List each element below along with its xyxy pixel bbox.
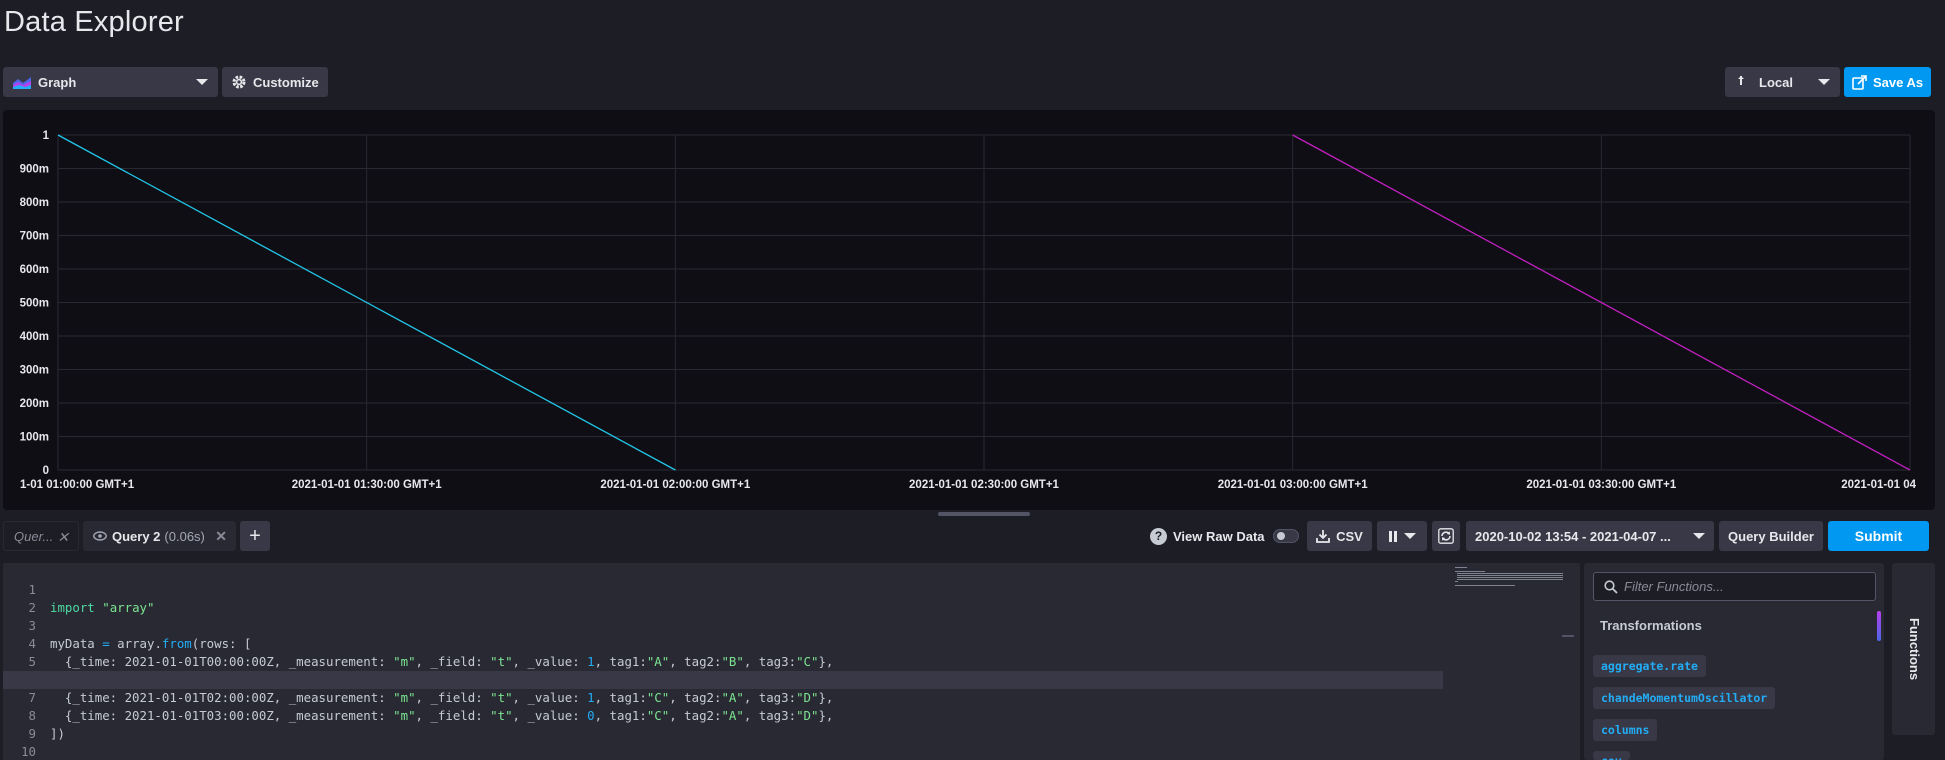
chevron-down-icon: [196, 79, 208, 85]
csv-label: CSV: [1336, 528, 1363, 544]
code-line[interactable]: 9: [3, 707, 1443, 741]
submit-label: Submit: [1854, 528, 1903, 544]
chevron-down-icon: [1693, 533, 1705, 539]
save-as-button[interactable]: Save As: [1844, 67, 1931, 97]
graph-resize-handle[interactable]: [938, 512, 1030, 516]
y-tick-label: 600m: [20, 264, 49, 276]
add-query-button[interactable]: +: [240, 521, 270, 551]
auto-refresh-dropdown[interactable]: [1377, 521, 1427, 551]
tab-query-2[interactable]: Query 2 (0.06s) ✕: [83, 521, 236, 551]
code-line[interactable]: 4 {_time: 2021-01-01T00:00:00Z, _measure…: [3, 617, 1443, 669]
filter-functions-placeholder: Filter Functions...: [1624, 579, 1724, 594]
gear-icon: [232, 75, 246, 89]
search-icon: [1604, 580, 1618, 594]
download-icon: [1316, 530, 1331, 543]
y-tick-label: 0: [43, 465, 49, 477]
y-tick-label: 1: [43, 130, 50, 142]
x-tick-label: 2021-01-01 03:00:00 GMT+1: [1218, 479, 1369, 491]
save-as-label: Save As: [1873, 74, 1924, 90]
x-tick-label: 2021-01-01 01:30:00 GMT+1: [292, 479, 443, 491]
view-raw-data-label: View Raw Data: [1173, 528, 1265, 544]
submit-button[interactable]: Submit: [1828, 521, 1929, 551]
page-title: Data Explorer: [4, 6, 184, 38]
y-tick-label: 700m: [20, 231, 49, 243]
plus-icon: +: [249, 524, 261, 547]
y-tick-label: 300m: [20, 365, 49, 377]
graph-panel[interactable]: 0 100m 200m 300m 400m 500m 600m 700m 800m 900m 1 1-…: [3, 110, 1935, 510]
refresh-icon: [1438, 528, 1454, 544]
visualization-type-label: Graph: [38, 74, 77, 90]
code-line[interactable]: 3 myData = array.from(rows: [: [3, 599, 1443, 651]
line-chart: 0 100m 200m 300m 400m 500m 600m 700m 800m 900m 1 1-…: [20, 130, 1917, 491]
query-duration: (0.06s): [164, 528, 205, 544]
code-line-current[interactable]: 7 {_time: 2021-01-01T03:00:00Z, _measure…: [3, 671, 1443, 723]
function-item[interactable]: chandeMomentumOscillator: [1593, 687, 1776, 709]
y-tick-label: 400m: [20, 331, 49, 343]
x-tick-label: 2021-01-01 02:00:00 GMT+1: [600, 479, 751, 491]
y-tick-label: 100m: [20, 432, 49, 444]
tab-query-1[interactable]: Quer... ✕: [3, 521, 79, 551]
functions-panel-tab[interactable]: Functions: [1892, 563, 1935, 735]
time-range-label: 2020-10-02 13:54 - 2021-04-07 ...: [1475, 528, 1671, 544]
tab-label: Quer...: [14, 528, 54, 544]
code-line[interactable]: 10 myData |> group(columns: ["tag1", "ta…: [3, 725, 1443, 759]
time-range-dropdown[interactable]: 2020-10-02 13:54 - 2021-04-07 ...: [1466, 521, 1714, 551]
function-item[interactable]: columns: [1593, 719, 1658, 741]
function-category-heading: Transformations: [1600, 618, 1702, 633]
tab-label: Query 2: [112, 528, 161, 544]
x-tick-label: 2021-01-01 03:30:00 GMT+1: [1526, 479, 1677, 491]
close-icon[interactable]: ✕: [215, 529, 227, 543]
view-raw-data-control[interactable]: ? View Raw Data: [1150, 525, 1299, 547]
csv-download-button[interactable]: CSV: [1307, 521, 1372, 551]
function-item[interactable]: aggregate.rate: [1593, 655, 1706, 677]
pause-icon: [1389, 530, 1397, 542]
toggle-knob: [1276, 532, 1285, 540]
code-line[interactable]: 8 ]): [3, 689, 1443, 741]
raw-data-toggle[interactable]: [1272, 529, 1299, 543]
y-tick-label: 800m: [20, 197, 49, 209]
editor-minimap[interactable]: [1455, 565, 1565, 605]
x-tick-label: 1-01 01:00:00 GMT+1: [20, 479, 135, 491]
query-builder-label: Query Builder: [1728, 528, 1814, 544]
graph-icon: [13, 77, 31, 89]
x-tick-label: 2021-01-01 04: [1841, 479, 1916, 491]
timezone-label: Local: [1759, 74, 1793, 90]
flux-editor[interactable]: 1 import "array" 2 3 myData = array.from…: [3, 563, 1580, 760]
y-tick-label: 900m: [20, 164, 49, 176]
code-line[interactable]: 2: [3, 581, 1443, 615]
function-item[interactable]: cov: [1593, 751, 1630, 760]
refresh-button[interactable]: [1432, 521, 1460, 551]
customize-button[interactable]: Customize: [222, 67, 328, 97]
query-builder-button[interactable]: Query Builder: [1719, 521, 1823, 551]
timezone-dropdown[interactable]: Local: [1725, 67, 1840, 97]
functions-scrollbar[interactable]: [1877, 611, 1881, 641]
x-tick-label: 2021-01-01 02:30:00 GMT+1: [909, 479, 1060, 491]
functions-tab-label: Functions: [1907, 618, 1922, 681]
line-number: 10: [21, 744, 36, 759]
editor-scrollbar[interactable]: [1562, 635, 1574, 637]
help-icon[interactable]: ?: [1150, 527, 1167, 545]
filter-functions-input[interactable]: Filter Functions...: [1593, 572, 1876, 601]
export-icon: [1852, 74, 1867, 90]
chevron-down-icon: [1818, 79, 1830, 85]
chevron-down-icon: [1404, 533, 1416, 539]
y-tick-label: 500m: [20, 298, 49, 310]
code-line[interactable]: 5 {_time: 2021-01-01T01:00:00Z, _measure…: [3, 635, 1443, 687]
y-tick-label: 200m: [20, 398, 49, 410]
visualization-type-dropdown[interactable]: Graph: [3, 67, 218, 97]
code-line[interactable]: 1 import "array": [3, 563, 1443, 615]
functions-panel: Filter Functions... Transformations aggr…: [1584, 563, 1884, 760]
code-line[interactable]: 6 {_time: 2021-01-01T02:00:00Z, _measure…: [3, 653, 1443, 705]
close-icon[interactable]: ✕: [57, 530, 69, 544]
eye-icon[interactable]: [93, 531, 107, 541]
pin-icon: [1738, 76, 1744, 85]
customize-label: Customize: [253, 74, 319, 90]
